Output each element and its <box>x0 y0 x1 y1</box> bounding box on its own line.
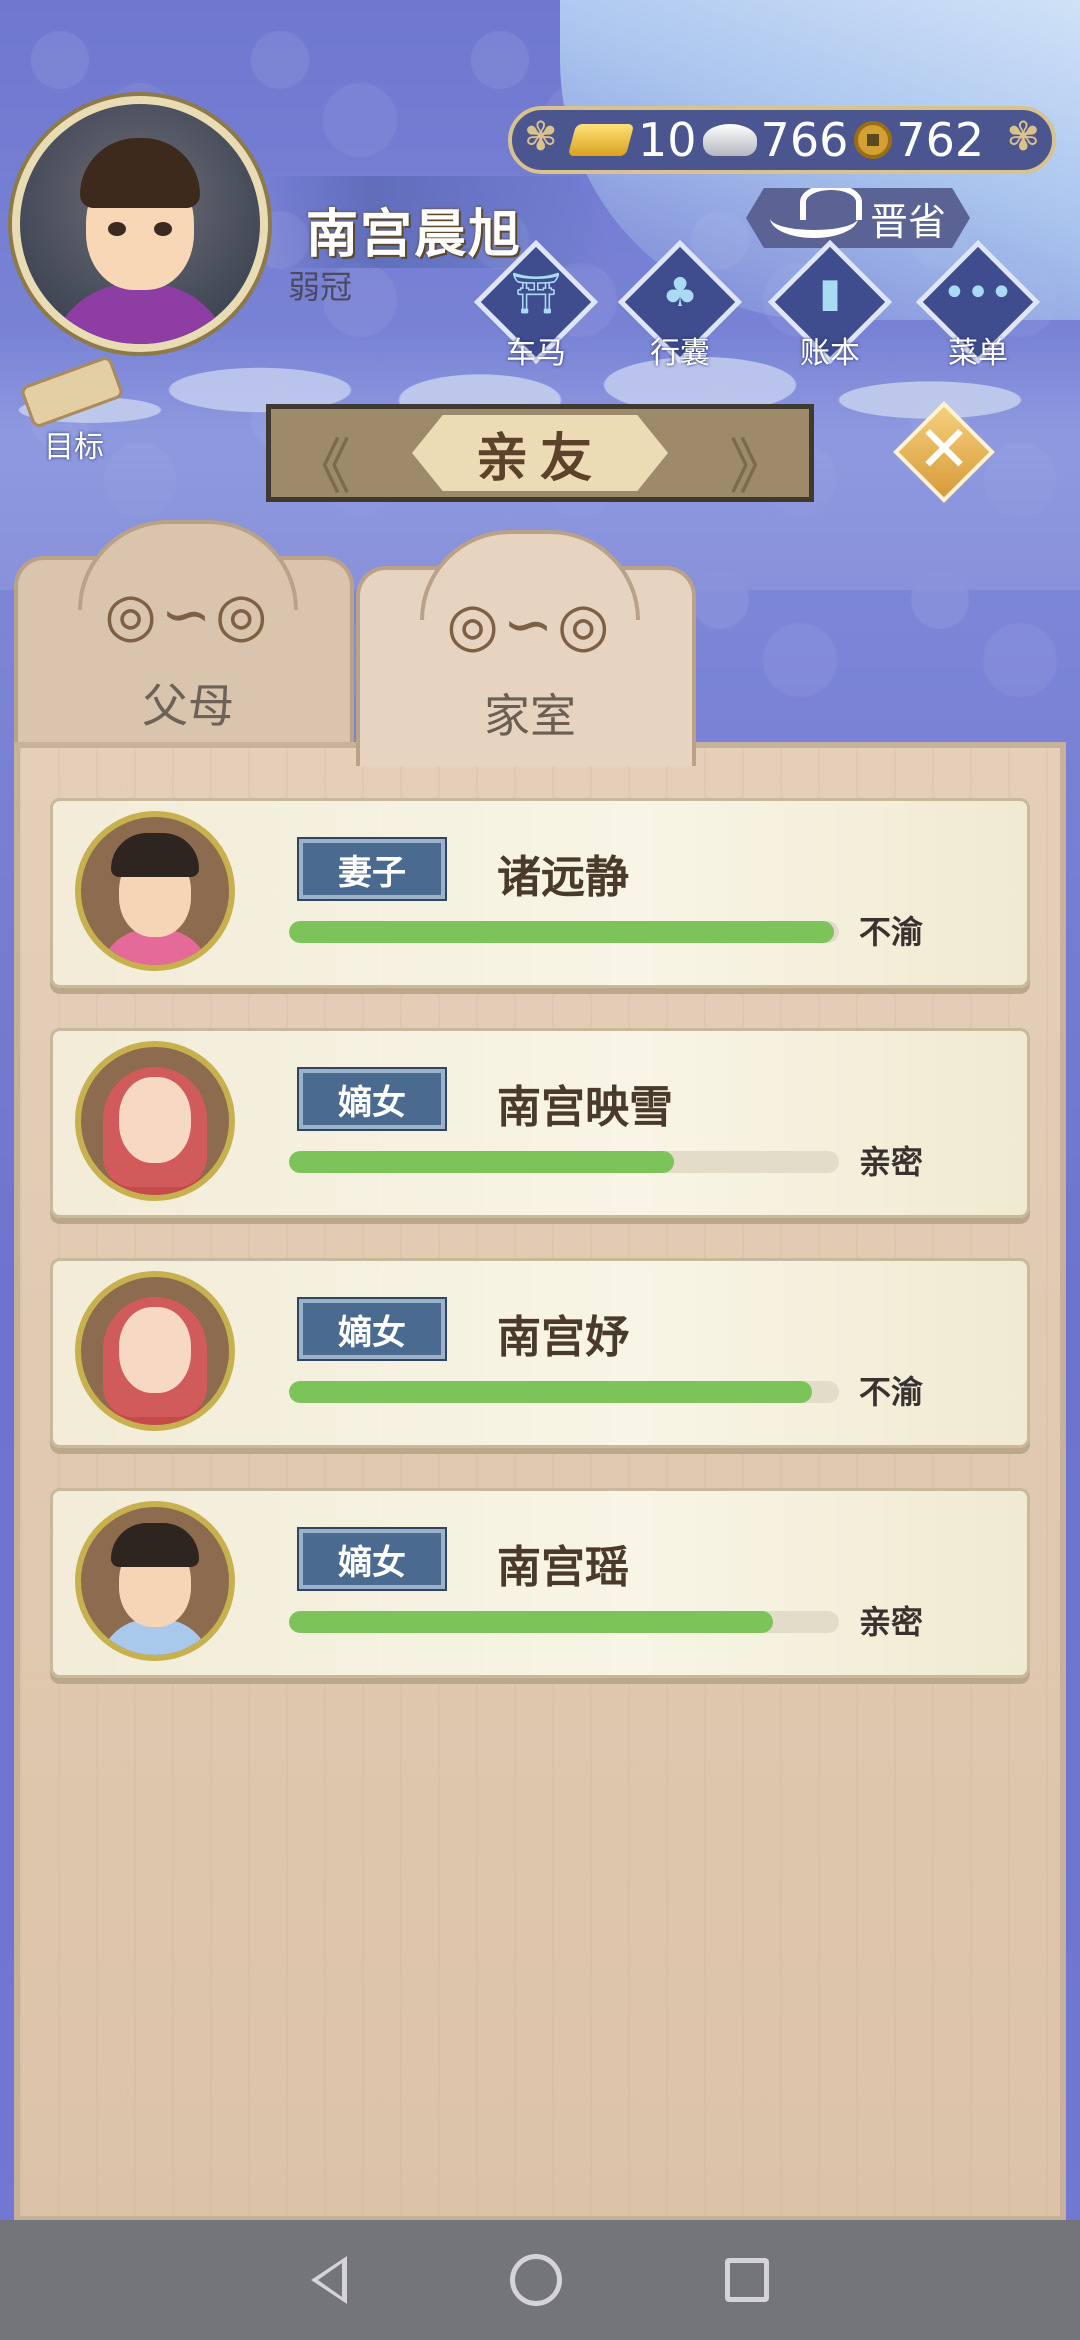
portrait-eye-right <box>154 222 172 236</box>
more-icon: ••• <box>942 270 1014 316</box>
currency-bar: ✾ 10 766 762 ✾ <box>508 106 1056 174</box>
menu-label: 菜单 <box>948 336 1008 371</box>
girl-avatar <box>75 1501 235 1661</box>
system-nav-bar <box>0 2220 1080 2340</box>
carriage-icon: ⛩ <box>510 271 562 317</box>
official-hat-icon <box>770 188 862 238</box>
relation-status: 亲密 <box>859 1143 924 1181</box>
affection-bar <box>289 1611 839 1633</box>
affection-fill <box>289 1381 812 1403</box>
silver-ingot-icon <box>702 124 757 156</box>
back-icon[interactable] <box>311 2256 348 2304</box>
menu-carriage-button[interactable]: ⛩ 车马 <box>473 239 599 371</box>
gold-ingot-icon <box>567 124 635 156</box>
relation-status: 不渝 <box>859 1373 924 1411</box>
menu-label: 账本 <box>800 336 860 371</box>
portrait-eye-left <box>108 222 126 236</box>
player-avatar[interactable] <box>12 96 268 352</box>
avatar-hair <box>111 1523 199 1567</box>
silver-amount: 766 <box>760 113 849 167</box>
goal-label: 目标 <box>44 430 104 465</box>
relation-name: 南宫妤 <box>497 1312 629 1363</box>
role-badge: 嫡女 <box>297 1067 447 1131</box>
recent-apps-icon[interactable] <box>724 2258 769 2302</box>
player-age-title: 弱冠 <box>288 268 353 306</box>
affection-fill <box>289 1151 674 1173</box>
goal-button[interactable]: 目标 <box>14 354 134 465</box>
role-badge: 嫡女 <box>297 1297 447 1361</box>
province-label: 晋省 <box>870 199 947 244</box>
affection-fill <box>289 1611 773 1633</box>
affection-bar <box>289 1381 839 1403</box>
copper-coin-icon <box>854 121 893 159</box>
relation-name: 南宫瑶 <box>497 1542 629 1593</box>
affection-bar <box>289 1151 839 1173</box>
relation-status: 亲密 <box>859 1603 924 1641</box>
baby-avatar <box>75 1271 235 1431</box>
role-badge: 妻子 <box>297 837 447 901</box>
menu-ledger-button[interactable]: ▮ 账本 <box>767 239 893 371</box>
player-portrait <box>20 104 260 344</box>
relation-name: 诸远静 <box>497 852 629 903</box>
wife-avatar <box>75 811 235 971</box>
bamboo-decoration-left: ✾ <box>524 114 558 160</box>
chevron-right-icon: 》 <box>729 433 789 503</box>
chevron-left-icon: 《 <box>291 433 351 503</box>
portrait-robe <box>50 284 230 344</box>
affection-bar <box>289 921 839 943</box>
coin-currency: 762 <box>854 113 984 167</box>
silver-currency: 766 <box>702 113 849 167</box>
relation-card[interactable]: 嫡女 南宫妤 不渝 <box>50 1258 1030 1448</box>
ledger-icon: ▮ <box>818 270 841 316</box>
relation-card[interactable]: 妻子 诸远静 不渝 <box>50 798 1030 988</box>
affection-fill <box>289 921 834 943</box>
gold-amount: 10 <box>638 113 697 167</box>
tab-label: 家室 <box>484 689 576 743</box>
avatar-face <box>119 1077 191 1163</box>
tab-parents[interactable]: ◎∽◎ 父母 <box>14 520 354 756</box>
menu-label: 行囊 <box>650 336 710 371</box>
page-title: 亲友 <box>412 415 668 491</box>
relation-status: 不渝 <box>859 913 924 951</box>
baby-avatar <box>75 1041 235 1201</box>
menu-bundle-button[interactable]: ♣ 行囊 <box>617 239 743 371</box>
close-icon[interactable]: ✕ <box>908 408 980 492</box>
tab-label: 父母 <box>142 679 234 733</box>
relation-card[interactable]: 嫡女 南宫映雪 亲密 <box>50 1028 1030 1218</box>
bamboo-decoration-right: ✾ <box>1006 114 1040 160</box>
avatar-face <box>119 1307 191 1393</box>
page-title-banner: 《 亲友 》 <box>266 404 814 503</box>
home-icon[interactable] <box>509 2254 562 2306</box>
relation-name: 南宫映雪 <box>497 1082 673 1133</box>
cloud-swirl-icon: ◎∽◎ <box>104 580 272 650</box>
cloud-swirl-icon: ◎∽◎ <box>446 590 614 660</box>
avatar-hair <box>111 833 199 877</box>
tab-family[interactable]: ◎∽◎ 家室 <box>356 530 696 766</box>
menu-more-button[interactable]: ••• 菜单 <box>915 239 1041 371</box>
portrait-hair <box>80 138 200 208</box>
relation-card[interactable]: 嫡女 南宫瑶 亲密 <box>50 1488 1030 1678</box>
role-badge: 嫡女 <box>297 1527 447 1591</box>
gold-currency: 10 <box>567 113 697 167</box>
bundle-icon: ♣ <box>662 270 698 316</box>
coin-amount: 762 <box>896 113 985 167</box>
province-badge[interactable]: 晋省 <box>746 188 970 248</box>
scroll-icon <box>19 354 125 430</box>
menu-label: 车马 <box>506 336 566 371</box>
